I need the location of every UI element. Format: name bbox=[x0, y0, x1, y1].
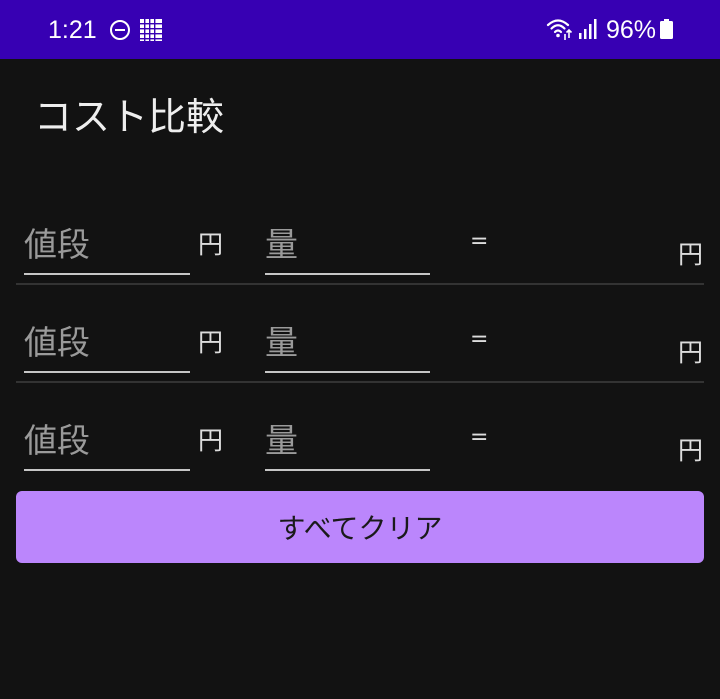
price-input[interactable] bbox=[24, 313, 190, 371]
price-input[interactable] bbox=[24, 215, 190, 273]
price-field[interactable] bbox=[24, 215, 190, 275]
clear-all-button[interactable]: すべてクリア bbox=[16, 491, 704, 563]
equals-sign: = bbox=[470, 327, 489, 352]
quantity-field[interactable] bbox=[265, 313, 430, 373]
price-field[interactable] bbox=[24, 313, 190, 373]
equals-sign: = bbox=[470, 229, 489, 254]
price-unit-label: 円 bbox=[198, 230, 224, 259]
quantity-input[interactable] bbox=[265, 411, 430, 469]
page-title: コスト比較 bbox=[34, 95, 225, 139]
result-unit-label: 円 bbox=[678, 338, 704, 367]
battery-icon bbox=[660, 19, 673, 39]
price-unit-label: 円 bbox=[198, 426, 224, 455]
quantity-field[interactable] bbox=[265, 411, 430, 471]
comparison-row-1: 円 = 円 bbox=[0, 207, 720, 305]
comparison-row-2: 円 = 円 bbox=[0, 305, 720, 403]
equals-sign: = bbox=[470, 425, 489, 450]
row-divider bbox=[16, 381, 704, 383]
comparison-row-3: 円 = 円 bbox=[0, 403, 720, 501]
quantity-input[interactable] bbox=[265, 215, 430, 273]
row-divider bbox=[16, 283, 704, 285]
do-not-disturb-icon bbox=[110, 20, 130, 40]
status-time: 1:21 bbox=[48, 16, 97, 44]
wifi-icon bbox=[546, 19, 573, 40]
quantity-input[interactable] bbox=[265, 313, 430, 371]
status-bar: 1:21 96% bbox=[0, 0, 720, 59]
quantity-field[interactable] bbox=[265, 215, 430, 275]
signal-icon bbox=[579, 19, 597, 39]
price-field[interactable] bbox=[24, 411, 190, 471]
grid-icon bbox=[140, 19, 162, 41]
result-unit-label: 円 bbox=[678, 436, 704, 465]
battery-percentage: 96% bbox=[606, 16, 657, 44]
price-input[interactable] bbox=[24, 411, 190, 469]
result-unit-label: 円 bbox=[678, 240, 704, 269]
price-unit-label: 円 bbox=[198, 328, 224, 357]
